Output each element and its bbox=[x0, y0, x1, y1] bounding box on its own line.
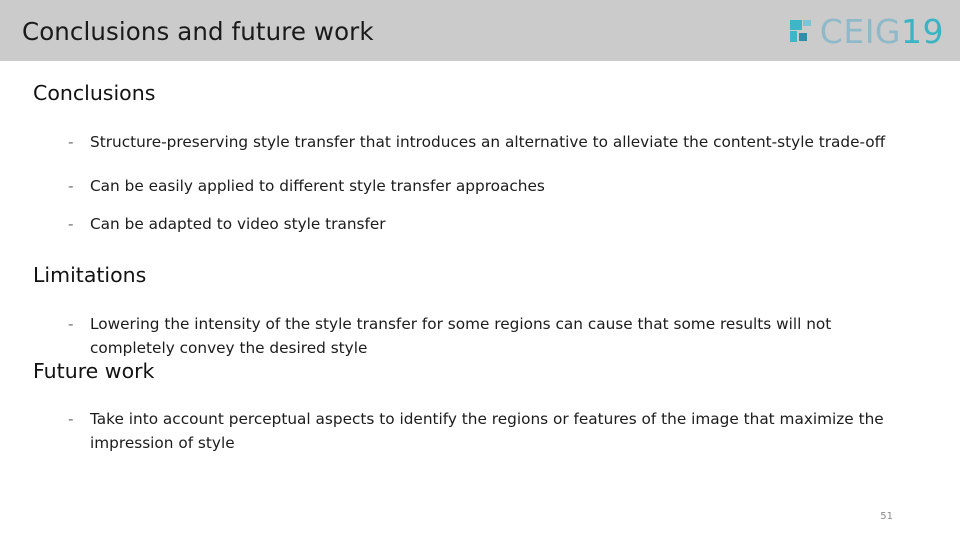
bullet-dash-icon: - bbox=[68, 409, 74, 428]
list-item: - Structure-preserving style transfer th… bbox=[68, 130, 890, 154]
section-future-work: Future work - Take into account perceptu… bbox=[0, 360, 960, 455]
section-heading-future-work: Future work bbox=[33, 359, 155, 383]
bullet-dash-icon: - bbox=[68, 214, 74, 233]
bullet-dash-icon: - bbox=[68, 132, 74, 151]
slide-content: Conclusions - Structure-preserving style… bbox=[0, 61, 960, 540]
page-number: 51 bbox=[880, 511, 893, 522]
section-heading-conclusions: Conclusions bbox=[33, 81, 156, 105]
bullet-dash-icon: - bbox=[68, 176, 74, 195]
bullet-list-conclusions: - Structure-preserving style transfer th… bbox=[0, 130, 960, 236]
section-conclusions: Conclusions - Structure-preserving style… bbox=[0, 82, 960, 236]
ceig-square-mark-icon bbox=[789, 20, 811, 42]
list-item-text: Take into account perceptual aspects to … bbox=[90, 409, 884, 452]
logo-wordmark: CEIG19 bbox=[820, 15, 944, 48]
ceig19-logo: CEIG19 bbox=[789, 13, 944, 49]
logo-text-19: 19 bbox=[901, 11, 944, 51]
list-item-text: Can be easily applied to different style… bbox=[90, 176, 545, 195]
logo-text-ceig: CEIG bbox=[819, 11, 901, 51]
bullet-list-future-work: - Take into account perceptual aspects t… bbox=[0, 407, 960, 455]
section-limitations: Limitations - Lowering the intensity of … bbox=[0, 264, 960, 360]
list-item: - Take into account perceptual aspects t… bbox=[68, 407, 890, 455]
list-item: - Can be adapted to video style transfer bbox=[68, 212, 890, 236]
list-item-text: Structure-preserving style transfer that… bbox=[90, 132, 886, 151]
bullet-list-limitations: - Lowering the intensity of the style tr… bbox=[0, 312, 960, 360]
list-item: - Lowering the intensity of the style tr… bbox=[68, 312, 890, 360]
bullet-dash-icon: - bbox=[68, 314, 74, 333]
list-item-text: Lowering the intensity of the style tran… bbox=[90, 314, 832, 357]
list-item: - Can be easily applied to different sty… bbox=[68, 174, 890, 198]
slide-header: Conclusions and future work CEIG19 bbox=[0, 0, 960, 61]
section-heading-limitations: Limitations bbox=[33, 263, 147, 287]
page-title: Conclusions and future work bbox=[22, 17, 374, 46]
list-item-text: Can be adapted to video style transfer bbox=[90, 214, 386, 233]
